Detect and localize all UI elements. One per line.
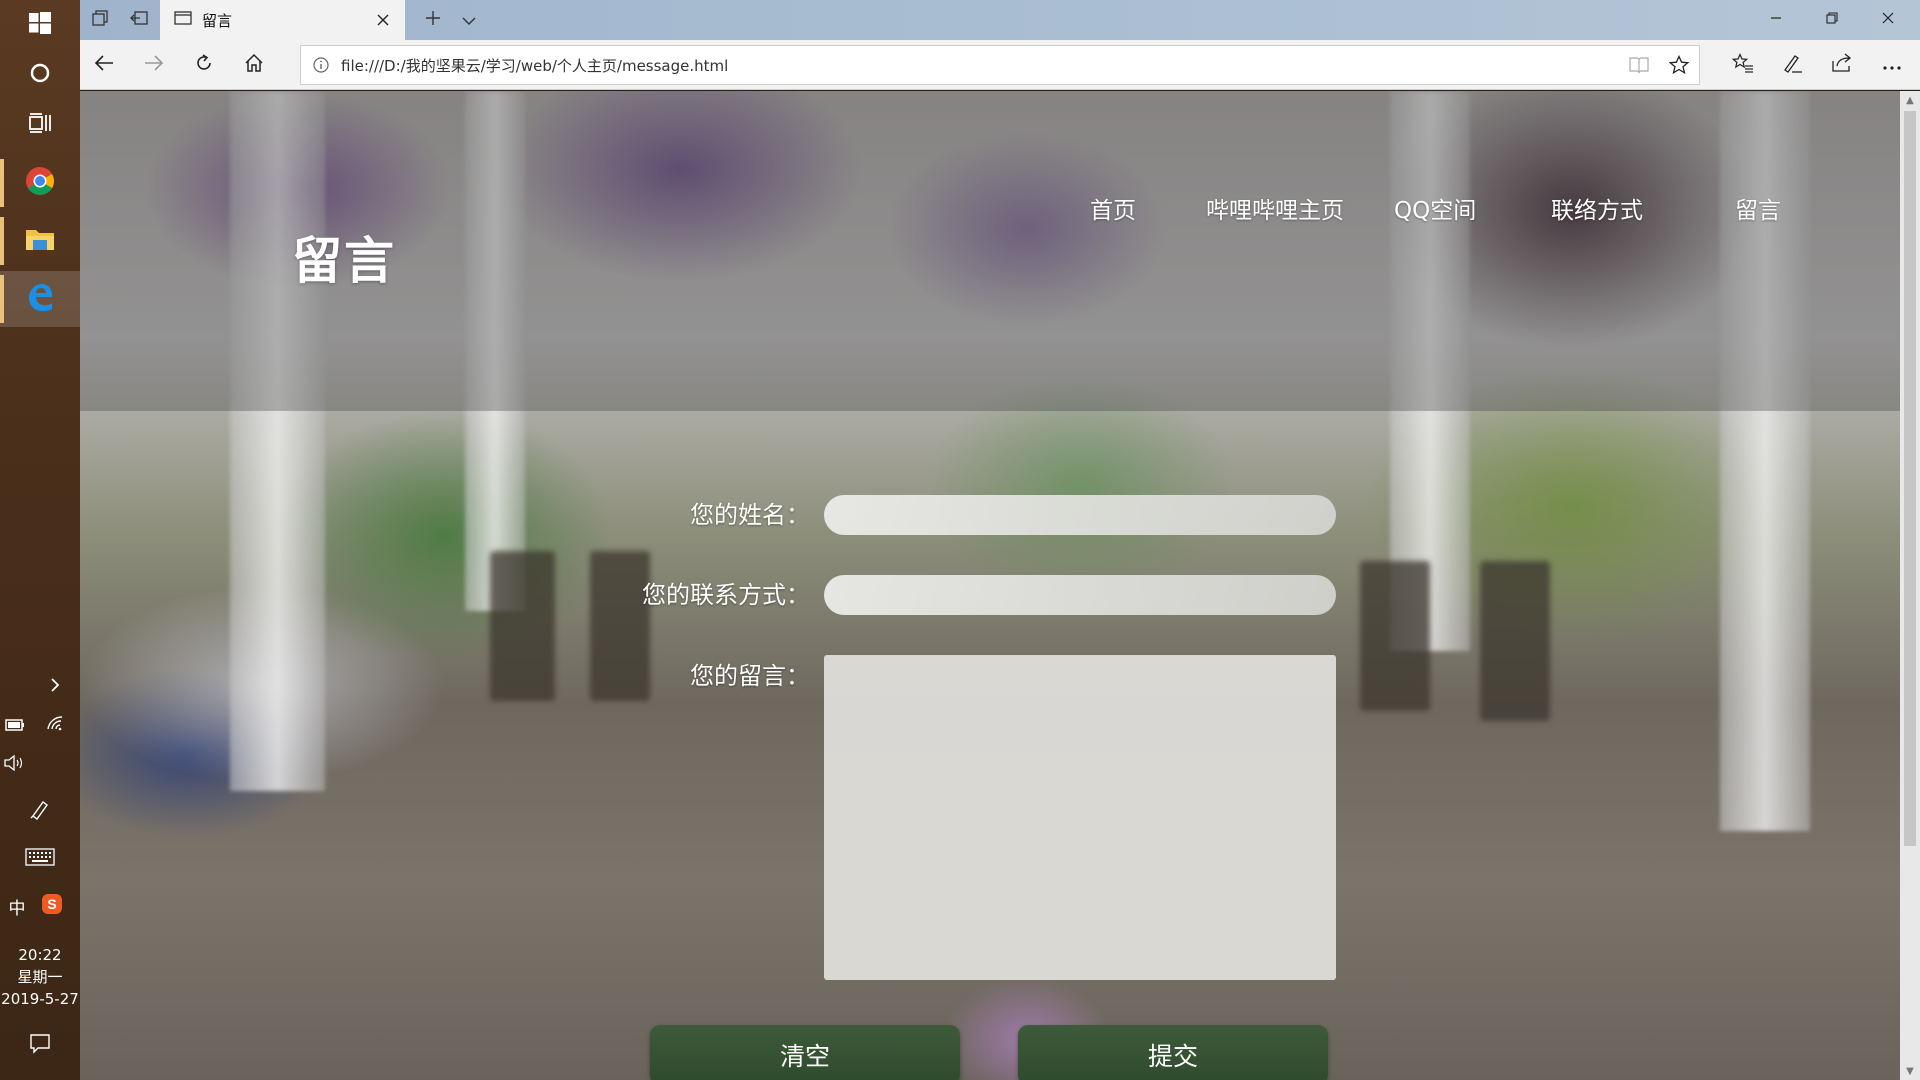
chrome-icon: [25, 166, 55, 200]
browser-tab-bar: 留言: [80, 0, 1920, 40]
scroll-down-arrow-icon[interactable]: ▼: [1900, 1062, 1920, 1080]
page-title: 留言: [292, 232, 396, 290]
touch-keyboard-button[interactable]: [22, 846, 58, 872]
chevron-right-icon: [49, 677, 61, 697]
taskbar-app-file-explorer[interactable]: [0, 213, 80, 269]
close-window-button[interactable]: [1860, 0, 1916, 40]
arrow-right-icon: [144, 54, 164, 76]
page-viewport: 留言 首页 哔哩哔哩主页 QQ空间 联络方式 留言 您的姓名： 您的联系方式： …: [80, 91, 1900, 1080]
message-textarea[interactable]: [824, 655, 1336, 980]
nav-message[interactable]: 留言: [1735, 191, 1781, 225]
clear-button[interactable]: 清空: [650, 1025, 960, 1080]
edge-icon: [25, 282, 55, 316]
windows-ink-button[interactable]: [25, 796, 55, 826]
address-bar[interactable]: file:///D:/我的坚果云/学习/web/个人主页/message.htm…: [300, 45, 1700, 85]
volume-control[interactable]: [2, 752, 28, 778]
tab-previews-button[interactable]: [452, 6, 486, 34]
nav-qzone[interactable]: QQ空间: [1394, 191, 1476, 225]
svg-text:S: S: [47, 896, 56, 912]
background-post: [1360, 561, 1430, 711]
restore-tabs-button[interactable]: [122, 6, 156, 34]
submit-button[interactable]: 提交: [1018, 1025, 1328, 1080]
scrollbar-thumb[interactable]: [1904, 111, 1916, 846]
browser-toolbar: file:///D:/我的坚果云/学习/web/个人主页/message.htm…: [80, 40, 1920, 90]
pen-note-icon: [1782, 53, 1804, 77]
back-button[interactable]: [84, 48, 124, 82]
arrow-left-icon: [94, 54, 114, 76]
folder-icon: [25, 226, 55, 256]
more-dots-icon: [1882, 56, 1902, 75]
minimize-button[interactable]: [1748, 0, 1804, 40]
message-label: 您的留言：: [690, 662, 810, 690]
battery-status[interactable]: [2, 712, 28, 738]
contact-label: 您的联系方式：: [642, 581, 810, 609]
clock-date: 2019-5-27: [1, 990, 79, 1008]
sogou-ime-button[interactable]: S: [38, 893, 66, 919]
nav-contact[interactable]: 联络方式: [1551, 191, 1643, 225]
clock-weekday: 星期一: [17, 968, 63, 986]
taskbar-app-chrome[interactable]: [0, 155, 80, 211]
tabs-aside-icon: [92, 10, 110, 30]
task-view-icon: [28, 112, 52, 138]
more-menu-button[interactable]: [1872, 48, 1912, 82]
info-icon[interactable]: [301, 46, 341, 84]
restore-window-button[interactable]: [1804, 0, 1860, 40]
wifi-icon: [45, 715, 65, 735]
battery-icon: [5, 716, 25, 735]
taskbar-clock[interactable]: 20:22 星期一 2019-5-27: [0, 944, 80, 1010]
web-note-button[interactable]: [1773, 48, 1813, 82]
home-icon: [244, 53, 264, 77]
reading-view-icon[interactable]: [1619, 46, 1659, 84]
nav-home[interactable]: 首页: [1090, 191, 1136, 225]
windows-logo-icon: [29, 12, 51, 38]
forward-button[interactable]: [134, 48, 174, 82]
favorite-star-icon[interactable]: [1659, 46, 1699, 84]
close-icon: [1882, 12, 1894, 28]
home-button[interactable]: [234, 48, 274, 82]
background-post: [490, 551, 555, 701]
name-input[interactable]: [824, 495, 1336, 535]
input-method-indicator[interactable]: 中: [4, 893, 30, 919]
refresh-icon: [194, 53, 214, 77]
cortana-button[interactable]: [0, 50, 80, 100]
favorites-list-icon: [1731, 53, 1754, 77]
name-label: 您的姓名：: [690, 501, 810, 529]
favorites-hub-button[interactable]: [1723, 48, 1763, 82]
scroll-up-arrow-icon[interactable]: ▲: [1900, 91, 1920, 109]
clock-time: 20:22: [18, 946, 62, 964]
start-button[interactable]: [0, 0, 80, 50]
taskbar: 中 S 20:22 星期一 2019-5-27: [0, 0, 80, 1080]
pen-icon: [29, 798, 51, 824]
page-scrollbar[interactable]: ▲ ▼: [1900, 91, 1920, 1080]
share-icon: [1831, 53, 1853, 77]
network-status[interactable]: [40, 712, 70, 738]
speaker-icon: [4, 754, 26, 775]
plus-icon: [425, 10, 441, 30]
cortana-circle-icon: [29, 62, 51, 88]
taskbar-app-edge[interactable]: [0, 271, 80, 327]
restore-tabs-icon: [130, 10, 148, 30]
action-center-button[interactable]: [25, 1030, 55, 1060]
nav-bilibili[interactable]: 哔哩哔哩主页: [1206, 191, 1344, 225]
background-post: [1480, 561, 1550, 721]
tabs-aside-button[interactable]: [84, 6, 118, 34]
browser-tab-active[interactable]: 留言: [160, 0, 405, 40]
refresh-button[interactable]: [184, 48, 224, 82]
show-hidden-icons-button[interactable]: [40, 672, 70, 702]
tab-close-icon[interactable]: [371, 8, 395, 32]
restore-icon: [1826, 12, 1838, 28]
share-button[interactable]: [1822, 48, 1862, 82]
chevron-down-icon: [461, 11, 477, 30]
minimize-icon: [1770, 12, 1782, 28]
keyboard-icon: [25, 848, 55, 870]
tab-title: 留言: [202, 11, 233, 30]
new-tab-button[interactable]: [416, 6, 450, 34]
sogou-icon: S: [41, 893, 63, 919]
notification-icon: [29, 1032, 51, 1058]
address-text[interactable]: file:///D:/我的坚果云/学习/web/个人主页/message.htm…: [341, 55, 1619, 76]
task-view-button[interactable]: [0, 100, 80, 150]
page-icon: [174, 11, 192, 29]
contact-input[interactable]: [824, 575, 1336, 615]
